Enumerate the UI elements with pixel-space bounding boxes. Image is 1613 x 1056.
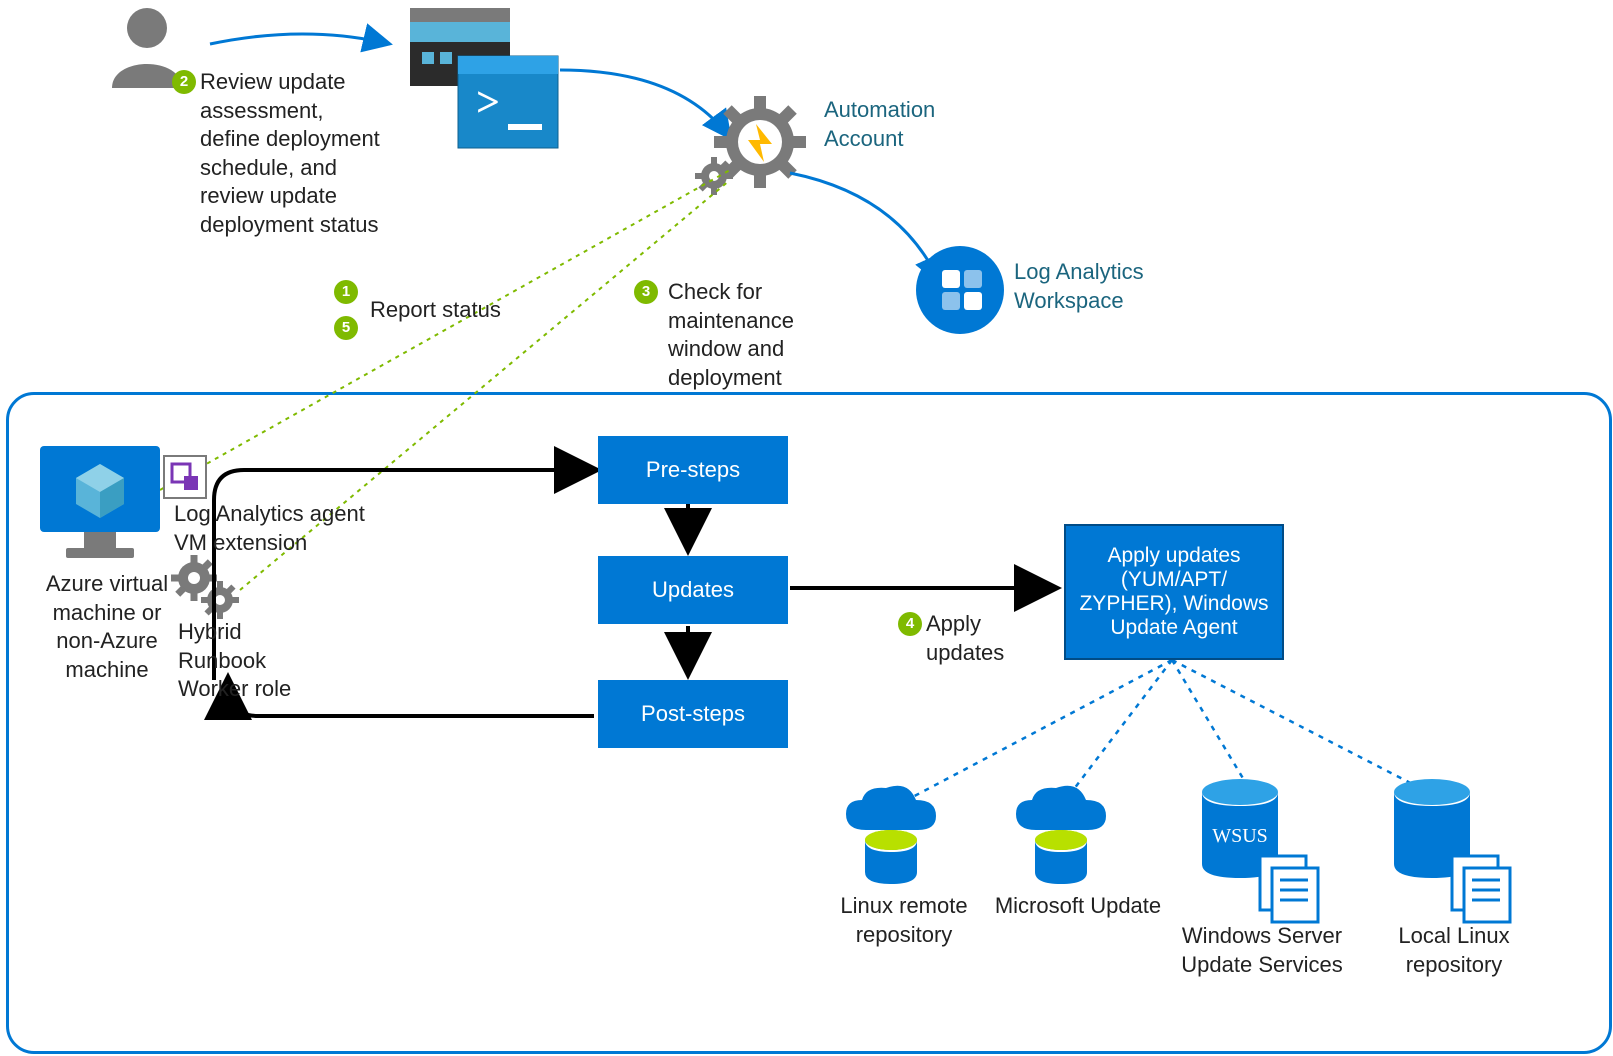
hybrid-worker-label: Hybrid Runbook Worker role xyxy=(178,618,318,704)
wsus-cylinder-label: WSUS xyxy=(1212,825,1268,847)
badge-4: 4 xyxy=(898,612,922,636)
local-linux-label: Local Linux repository xyxy=(1374,922,1534,979)
updates-label: Updates xyxy=(652,577,734,603)
ms-update-label: Microsoft Update xyxy=(978,892,1178,921)
microsoft-update-icon xyxy=(1006,782,1116,892)
post-steps-box: Post-steps xyxy=(598,680,788,748)
la-agent-ext-label: Log Analytics agent VM extension xyxy=(174,500,394,557)
badge-1: 1 xyxy=(334,280,358,304)
step3-text: Check for maintenance window and deploym… xyxy=(668,278,838,392)
arrow-user-portal xyxy=(210,30,400,60)
wsus-label: Windows Server Update Services xyxy=(1162,922,1362,979)
local-linux-repo-icon xyxy=(1378,776,1518,918)
badge-3: 3 xyxy=(634,280,658,304)
linux-remote-repo-icon xyxy=(836,782,946,892)
wsus-icon: WSUS xyxy=(1186,776,1326,918)
log-analytics-workspace-icon xyxy=(914,244,1006,336)
diagram-canvas: > xyxy=(0,0,1613,1056)
linux-remote-label: Linux remote repository xyxy=(824,892,984,949)
azure-vm-icon xyxy=(40,446,160,568)
step2-text: Review update assessment, define deploym… xyxy=(200,68,380,240)
log-analytics-ws-label: Log Analytics Workspace xyxy=(1014,258,1174,315)
azure-vm-label: Azure virtual machine or non-Azure machi… xyxy=(32,570,182,684)
svg-text:>: > xyxy=(476,80,500,126)
pre-steps-label: Pre-steps xyxy=(646,457,740,483)
apply-updates-box: Apply updates (YUM/APT/ ZYPHER), Windows… xyxy=(1064,524,1284,660)
automation-account-label: Automation Account xyxy=(824,96,964,153)
apply-updates-label: Apply updates xyxy=(926,610,1036,667)
apply-updates-box-text: Apply updates (YUM/APT/ ZYPHER), Windows… xyxy=(1072,544,1276,640)
step15-text: Report status xyxy=(370,296,540,325)
badge-2: 2 xyxy=(172,70,196,94)
updates-box: Updates xyxy=(598,556,788,624)
post-steps-label: Post-steps xyxy=(641,701,745,727)
pre-steps-box: Pre-steps xyxy=(598,436,788,504)
badge-5: 5 xyxy=(334,316,358,340)
portal-icon: > xyxy=(400,8,560,158)
